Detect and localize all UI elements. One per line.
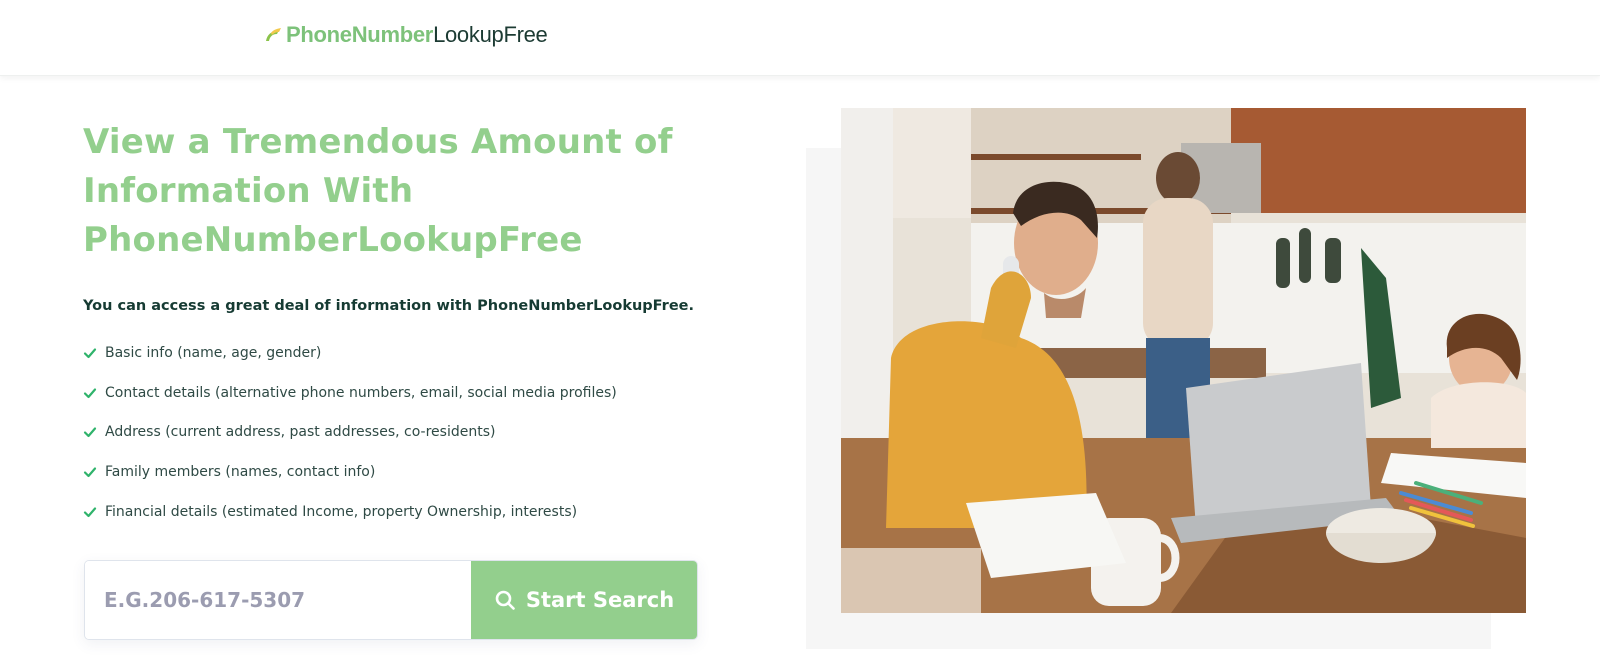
check-icon — [83, 506, 97, 517]
feature-label: Contact details (alternative phone numbe… — [105, 384, 617, 401]
hero-title-line2: Information With — [83, 171, 414, 211]
check-icon — [83, 427, 97, 438]
hero-intro: You can access a great deal of informati… — [83, 298, 694, 314]
feature-item-basic-info: Basic info (name, age, gender) — [83, 333, 617, 373]
logo-text-part1: PhoneNumber — [286, 22, 434, 47]
feature-label: Basic info (name, age, gender) — [105, 344, 322, 361]
hero-title-line3: PhoneNumberLookupFree — [83, 220, 583, 260]
feature-label: Address (current address, past addresses… — [105, 424, 496, 441]
site-logo[interactable]: PhoneNumberLookupFree — [264, 20, 548, 50]
logo-text-part2: LookupFree — [433, 22, 548, 47]
hero-title-line1: View a Tremendous Amount of — [83, 122, 673, 162]
feature-item-address: Address (current address, past addresses… — [83, 412, 617, 452]
phone-number-input[interactable] — [85, 561, 471, 639]
start-search-label: Start Search — [525, 588, 675, 612]
feature-item-financial-details: Financial details (estimated Income, pro… — [83, 492, 617, 532]
search-icon — [495, 590, 515, 610]
hero-photo — [841, 108, 1526, 613]
feature-list: Basic info (name, age, gender) Contact d… — [83, 333, 617, 531]
start-search-button[interactable]: Start Search — [471, 561, 697, 639]
logo-mark-icon — [266, 28, 281, 41]
feature-item-contact-details: Contact details (alternative phone numbe… — [83, 373, 617, 413]
hero-title: View a Tremendous Amount of Information … — [83, 118, 723, 265]
site-header: PhoneNumberLookupFree — [0, 0, 1600, 76]
feature-item-family-members: Family members (names, contact info) — [83, 452, 617, 492]
feature-label: Family members (names, contact info) — [105, 463, 376, 480]
check-icon — [83, 467, 97, 478]
feature-label: Financial details (estimated Income, pro… — [105, 503, 578, 520]
kitchen-family-illustration — [841, 108, 1526, 613]
check-icon — [83, 387, 97, 398]
logo-text: PhoneNumberLookupFree — [286, 22, 548, 48]
phone-search-form: Start Search — [84, 560, 698, 640]
check-icon — [83, 348, 97, 358]
